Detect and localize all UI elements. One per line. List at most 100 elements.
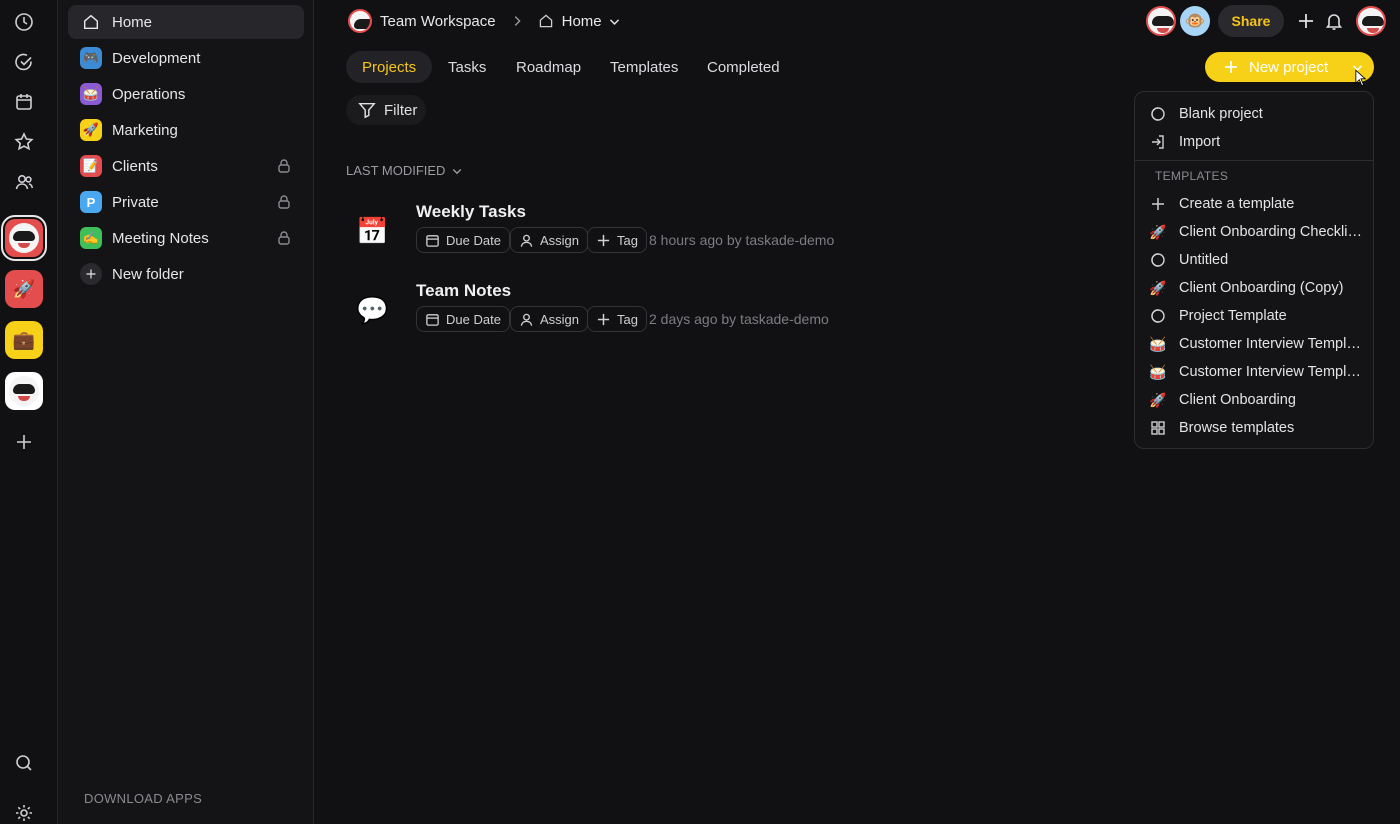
menu-item-label: Untitled <box>1179 252 1229 268</box>
member-avatar[interactable] <box>1146 6 1176 36</box>
menu-item-template[interactable]: Untitled <box>1147 247 1371 273</box>
sidebar-item-meeting-notes[interactable]: ✍ Meeting Notes <box>68 221 304 255</box>
tab-roadmap[interactable]: Roadmap <box>500 51 597 83</box>
sidebar-item-label: Private <box>112 193 159 211</box>
tab-projects[interactable]: Projects <box>346 51 433 83</box>
filter-icon <box>358 102 376 119</box>
menu-item-template[interactable]: 🚀 Client Onboarding <box>1147 387 1371 413</box>
add-workspace-icon[interactable] <box>14 432 34 452</box>
workspace-avatar <box>9 223 39 253</box>
menu-item-template[interactable]: 🚀 Client Onboarding Checkli… <box>1147 219 1371 245</box>
private-letter-icon: P <box>80 191 102 213</box>
sidebar-item-development[interactable]: 🎮 Development <box>68 41 304 75</box>
menu-item-blank-project[interactable]: Blank project <box>1147 101 1371 127</box>
workspace-rocket-tile[interactable]: 🚀 <box>5 270 43 308</box>
check-circle-icon[interactable] <box>14 52 34 72</box>
new-folder-button[interactable]: New folder <box>68 257 304 291</box>
user-avatar[interactable] <box>1356 6 1386 36</box>
due-date-chip[interactable]: Due Date <box>416 306 510 332</box>
game-controller-icon: 🎮 <box>80 47 102 69</box>
project-row[interactable]: 📅 Weekly Tasks Due Date Assign Tag 8 hou… <box>346 202 946 272</box>
speech-bubble-icon: 💬 <box>356 295 389 325</box>
menu-item-label: Client Onboarding <box>1179 392 1296 408</box>
menu-item-template[interactable]: Project Template <box>1147 303 1371 329</box>
plus-icon <box>1147 195 1169 213</box>
clock-icon[interactable] <box>14 12 34 32</box>
chevron-down-icon[interactable] <box>608 15 621 28</box>
menu-item-browse-templates[interactable]: Browse templates <box>1147 415 1371 441</box>
workspace-briefcase-tile[interactable]: 💼 <box>5 321 43 359</box>
rocket-icon: 🚀 <box>1149 279 1167 296</box>
tag-chip[interactable]: Tag <box>587 306 647 332</box>
calendar-icon <box>426 313 439 326</box>
sort-dropdown[interactable]: LAST MODIFIED <box>346 163 463 178</box>
project-row[interactable]: 💬 Team Notes Due Date Assign Tag 2 days … <box>346 281 946 351</box>
lock-icon <box>278 159 290 173</box>
menu-item-template[interactable]: 🚀 Client Onboarding (Copy) <box>1147 275 1371 301</box>
calendar-icon[interactable] <box>14 92 34 112</box>
workspace-team-tile[interactable] <box>1 215 47 261</box>
assign-chip[interactable]: Assign <box>510 227 589 253</box>
rocket-icon: 🚀 <box>1149 391 1167 408</box>
sidebar-item-label: Clients <box>112 157 158 175</box>
breadcrumb-page[interactable]: Home <box>562 13 602 30</box>
chip-label: Due Date <box>446 232 501 248</box>
rocket-icon: 🚀 <box>12 278 36 299</box>
writing-hand-icon: ✍ <box>80 227 102 249</box>
chip-label: Assign <box>540 311 580 327</box>
filter-button[interactable]: Filter <box>346 95 426 125</box>
assign-chip[interactable]: Assign <box>510 306 589 332</box>
tab-tasks[interactable]: Tasks <box>432 51 502 83</box>
rocket-icon: 🚀 <box>1149 223 1167 240</box>
due-date-chip[interactable]: Due Date <box>416 227 510 253</box>
menu-item-label: Client Onboarding (Copy) <box>1179 280 1344 296</box>
sidebar-item-operations[interactable]: 🥁 Operations <box>68 77 304 111</box>
workspace-personal-tile[interactable] <box>5 372 43 410</box>
tab-templates[interactable]: Templates <box>594 51 694 83</box>
avatar-face <box>1148 8 1174 34</box>
new-project-button[interactable]: New project <box>1205 52 1374 82</box>
menu-item-import[interactable]: Import <box>1147 129 1371 155</box>
sidebar-item-private[interactable]: P Private <box>68 185 304 219</box>
plus-icon <box>1225 61 1237 73</box>
tab-completed[interactable]: Completed <box>691 51 796 83</box>
breadcrumb-workspace[interactable]: Team Workspace <box>380 13 496 30</box>
lock-icon <box>278 195 290 209</box>
project-title[interactable]: Weekly Tasks <box>416 202 526 222</box>
sidebar-item-label: Development <box>112 49 201 67</box>
calendar-emoji-icon: 📅 <box>356 216 389 246</box>
filter-label: Filter <box>384 101 418 119</box>
project-meta: 2 days ago by taskade-demo <box>649 311 829 327</box>
person-icon <box>520 313 533 326</box>
menu-item-label: Create a template <box>1179 196 1295 212</box>
star-icon[interactable] <box>14 132 34 152</box>
sidebar-item-label: New folder <box>112 265 184 283</box>
menu-item-template[interactable]: 🥁 Customer Interview Templ… <box>1147 359 1371 385</box>
member-avatar[interactable]: 🐵 <box>1180 6 1210 36</box>
drum-icon: 🥁 <box>1149 363 1167 380</box>
sidebar-item-marketing[interactable]: 🚀 Marketing <box>68 113 304 147</box>
bell-icon[interactable] <box>1324 11 1344 31</box>
chip-label: Assign <box>540 232 580 248</box>
plus-icon <box>80 263 102 285</box>
plus-icon <box>597 313 610 325</box>
breadcrumb: Team Workspace Home <box>348 8 621 34</box>
search-icon[interactable] <box>14 753 34 773</box>
settings-icon[interactable] <box>14 803 34 823</box>
grid-icon <box>1147 419 1169 437</box>
chip-label: Due Date <box>446 311 501 327</box>
add-icon[interactable] <box>1296 11 1316 31</box>
menu-item-create-template[interactable]: Create a template <box>1147 191 1371 217</box>
chevron-down-icon <box>453 168 462 174</box>
tag-chip[interactable]: Tag <box>587 227 647 253</box>
chevron-right-icon <box>514 16 521 26</box>
sidebar-item-label: Home <box>112 13 153 31</box>
project-title[interactable]: Team Notes <box>416 281 511 301</box>
sidebar-item-home[interactable]: Home <box>68 5 304 39</box>
share-button[interactable]: Share <box>1218 5 1284 37</box>
workspace-avatar <box>348 9 372 33</box>
menu-item-label: Blank project <box>1179 106 1263 122</box>
menu-item-template[interactable]: 🥁 Customer Interview Templ… <box>1147 331 1371 357</box>
sidebar-item-clients[interactable]: 📝 Clients <box>68 149 304 183</box>
people-icon[interactable] <box>14 172 34 192</box>
